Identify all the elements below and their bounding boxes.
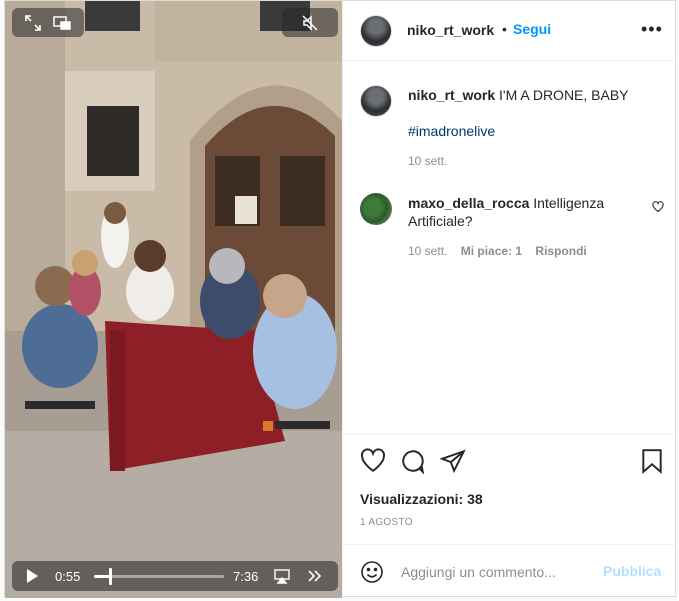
- comment-likes[interactable]: Mi piace: 1: [461, 244, 522, 258]
- caption-line: niko_rt_work I'M A DRONE, BABY: [408, 87, 663, 103]
- comment-meta: 10 sett. Mi piace: 1 Rispondi: [408, 244, 597, 258]
- commenter-username[interactable]: maxo_della_rocca: [408, 195, 529, 211]
- video-frame: [5, 1, 342, 598]
- total-time: 7:36: [233, 569, 259, 584]
- caption-hashtag[interactable]: #imadronelive: [408, 123, 495, 139]
- scrubber-handle[interactable]: [108, 568, 112, 585]
- views-count[interactable]: Visualizzazioni: 38: [360, 491, 483, 507]
- caption-avatar[interactable]: [360, 85, 392, 117]
- fast-forward-icon[interactable]: [307, 568, 323, 584]
- comment-body: maxo_della_rocca Intelligenza Artificial…: [408, 194, 638, 230]
- publish-button[interactable]: Pubblica: [603, 563, 661, 579]
- follow-button[interactable]: Segui: [513, 21, 551, 37]
- author-avatar[interactable]: [360, 15, 392, 47]
- like-heart-icon[interactable]: [360, 448, 386, 474]
- emoji-smile-icon[interactable]: [360, 560, 384, 584]
- comment-input[interactable]: [399, 560, 603, 584]
- comment-bubble-icon[interactable]: [400, 448, 426, 474]
- instagram-post: 0:55 7:36 niko_rt_work • Segui ••• niko_…: [4, 0, 677, 598]
- share-paper-plane-icon[interactable]: [440, 448, 466, 474]
- video-progress-fill: [94, 575, 110, 578]
- caption-date[interactable]: 10 sett.: [408, 154, 447, 168]
- airplay-icon[interactable]: [274, 568, 290, 584]
- save-bookmark-icon[interactable]: [639, 448, 665, 474]
- more-options-icon[interactable]: •••: [641, 19, 663, 40]
- author-username[interactable]: niko_rt_work: [407, 22, 494, 38]
- mute-button[interactable]: [282, 8, 338, 37]
- commenter-avatar[interactable]: [360, 193, 392, 225]
- video-controls: 0:55 7:36: [12, 561, 338, 591]
- picture-in-picture-icon[interactable]: [53, 15, 71, 30]
- video-top-controls: [12, 8, 84, 37]
- current-time: 0:55: [55, 569, 81, 584]
- reply-button[interactable]: Rispondi: [535, 244, 586, 258]
- post-sidebar: niko_rt_work • Segui ••• niko_rt_work I'…: [342, 1, 677, 598]
- caption-username[interactable]: niko_rt_work: [408, 87, 495, 103]
- separator-dot: •: [502, 21, 507, 37]
- add-comment-bar: Pubblica: [343, 544, 677, 598]
- post-actions: Visualizzazioni: 38 1 AGOSTO: [343, 434, 677, 544]
- caption-text: I'M A DRONE, BABY: [499, 87, 629, 103]
- video-scrubber[interactable]: [94, 568, 224, 585]
- video-player[interactable]: 0:55 7:36: [5, 1, 342, 598]
- post-date[interactable]: 1 AGOSTO: [360, 517, 413, 528]
- speaker-muted-icon: [302, 14, 318, 31]
- fullscreen-icon[interactable]: [25, 14, 41, 31]
- comment-date[interactable]: 10 sett.: [408, 244, 447, 258]
- post-header: niko_rt_work • Segui •••: [343, 1, 677, 61]
- play-icon[interactable]: [24, 568, 40, 584]
- comment-like-heart-icon[interactable]: [652, 201, 664, 213]
